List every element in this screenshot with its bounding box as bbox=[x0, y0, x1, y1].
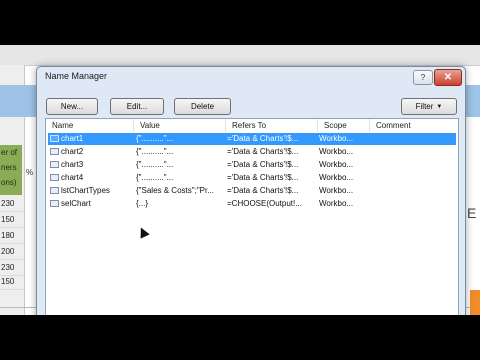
value-cell: {".........."... bbox=[136, 147, 174, 156]
new-button[interactable]: New... bbox=[46, 98, 98, 115]
refers-to-cell: ='Data & Charts'!$... bbox=[227, 147, 299, 156]
filter-button[interactable]: Filter ▼ bbox=[401, 98, 457, 115]
right-edge-text: E bbox=[467, 205, 477, 221]
named-range-icon bbox=[50, 198, 60, 210]
named-range-icon-box bbox=[50, 187, 59, 194]
scope-cell: Workbo... bbox=[319, 134, 354, 143]
scope-cell: Workbo... bbox=[319, 199, 354, 208]
refers-to-cell: ='Data & Charts'!$... bbox=[227, 173, 299, 182]
refers-to-cell: =CHOOSE(Output!... bbox=[227, 199, 302, 208]
chevron-down-icon: ▼ bbox=[436, 104, 443, 110]
close-button[interactable]: ✕ bbox=[434, 69, 462, 86]
ribbon-band bbox=[0, 45, 480, 66]
scope-cell: Workbo... bbox=[319, 147, 354, 156]
number-cell[interactable]: 180 bbox=[0, 229, 23, 244]
number-cell[interactable]: 150 bbox=[0, 213, 23, 228]
green-header-cell: er of ners ons) bbox=[0, 145, 22, 195]
named-range-icon-box bbox=[50, 161, 59, 168]
named-range-icon-box bbox=[50, 174, 59, 181]
value-cell: {".........."... bbox=[136, 160, 174, 169]
name-cell: chart1 bbox=[61, 134, 84, 143]
named-range-icon bbox=[50, 146, 60, 158]
name-cell: selChart bbox=[61, 199, 91, 208]
number-cell[interactable]: 230 bbox=[0, 261, 23, 276]
names-list[interactable]: Name Value Refers To Scope Comment chart… bbox=[45, 118, 459, 315]
name-cell: chart4 bbox=[61, 173, 84, 182]
dialog-title: Name Manager bbox=[45, 71, 108, 81]
named-range-icon bbox=[50, 185, 60, 197]
named-range-icon bbox=[50, 172, 60, 184]
delete-button[interactable]: Delete bbox=[174, 98, 231, 115]
value-cell: {"Sales & Costs";"Pr... bbox=[136, 186, 214, 195]
name-manager-dialog: Name Manager ? ✕ New... Edit... Delete F… bbox=[36, 66, 466, 315]
refers-to-cell: ='Data & Charts'!$... bbox=[227, 134, 299, 143]
number-cell[interactable]: 230 bbox=[0, 197, 23, 212]
list-item[interactable]: lstChartTypes {"Sales & Costs";"Pr... ='… bbox=[48, 185, 456, 197]
mouse-cursor-icon bbox=[136, 225, 150, 239]
column-header-name[interactable]: Name bbox=[46, 119, 134, 132]
refers-to-cell: ='Data & Charts'!$... bbox=[227, 186, 299, 195]
list-item[interactable]: selChart {...} =CHOOSE(Output!... Workbo… bbox=[48, 198, 456, 210]
column-header-value[interactable]: Value bbox=[134, 119, 226, 132]
scope-cell: Workbo... bbox=[319, 186, 354, 195]
refers-to-cell: ='Data & Charts'!$... bbox=[227, 160, 299, 169]
percent-header: % bbox=[26, 168, 34, 177]
number-cell[interactable]: 200 bbox=[0, 245, 23, 260]
orange-accent-bar bbox=[470, 290, 480, 315]
column-header-comment[interactable]: Comment bbox=[370, 119, 458, 132]
scope-cell: Workbo... bbox=[319, 173, 354, 182]
green-header-line: ons) bbox=[1, 178, 17, 187]
filter-label: Filter bbox=[415, 102, 434, 111]
green-header-line: er of bbox=[1, 148, 18, 157]
help-button[interactable]: ? bbox=[413, 70, 433, 85]
column-header-refers-to[interactable]: Refers To bbox=[226, 119, 318, 132]
number-cell[interactable]: 150 bbox=[0, 275, 23, 290]
list-item[interactable]: chart4 {".........."... ='Data & Charts'… bbox=[48, 172, 456, 184]
scope-cell: Workbo... bbox=[319, 160, 354, 169]
dialog-titlebar[interactable]: Name Manager ? ✕ bbox=[37, 67, 465, 87]
named-range-icon-box bbox=[50, 135, 59, 142]
list-item[interactable]: chart2 {".........."... ='Data & Charts'… bbox=[48, 146, 456, 158]
edit-button[interactable]: Edit... bbox=[110, 98, 164, 115]
name-cell: chart3 bbox=[61, 160, 84, 169]
list-item[interactable]: chart3 {".........."... ='Data & Charts'… bbox=[48, 159, 456, 171]
video-frame: er of ners ons) % 230 150 180 200 230 15… bbox=[0, 45, 480, 315]
value-cell: {".........."... bbox=[136, 173, 174, 182]
named-range-icon-box bbox=[50, 148, 59, 155]
column-header-scope[interactable]: Scope bbox=[318, 119, 370, 132]
value-cell: {...} bbox=[136, 199, 149, 208]
value-cell: {".........."... bbox=[136, 134, 174, 143]
named-range-icon-box bbox=[50, 200, 59, 207]
named-range-icon bbox=[50, 133, 60, 145]
named-range-icon bbox=[50, 159, 60, 171]
list-item[interactable]: chart1 {".........."... ='Data & Charts'… bbox=[48, 133, 456, 145]
name-cell: chart2 bbox=[61, 147, 84, 156]
green-header-line: ners bbox=[1, 163, 17, 172]
name-cell: lstChartTypes bbox=[61, 186, 110, 195]
